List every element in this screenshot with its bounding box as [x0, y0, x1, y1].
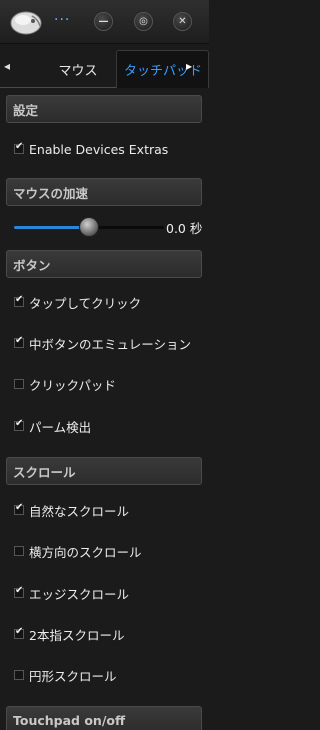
maximize-button[interactable]: ◎ [134, 12, 153, 31]
checkbox-row-natural-scroll[interactable]: 自然なスクロール [14, 500, 129, 520]
checkbox-label: 中ボタンのエミュレーション [29, 336, 192, 352]
checkbox-label: 横方向のスクロール [29, 544, 142, 560]
checkbox-label: 2本指スクロール [29, 627, 125, 643]
checkbox-label: エッジスクロール [29, 586, 130, 602]
checkbox-label: 自然なスクロール [29, 503, 130, 519]
tab-bar: ◂ マウス タッチパッド ▸ [0, 48, 209, 88]
checkbox-row-horizontal-scroll[interactable]: 横方向のスクロール [14, 541, 142, 561]
title-bar: ··· — ◎ ✕ [0, 0, 209, 44]
checkbox[interactable] [14, 418, 24, 431]
tab-scroll-left-icon[interactable]: ◂ [4, 59, 10, 73]
checkbox-label: Enable Devices Extras [29, 141, 169, 157]
minimize-icon: — [98, 16, 109, 27]
close-icon: ✕ [178, 16, 187, 27]
checkbox[interactable] [14, 670, 24, 680]
maximize-icon: ◎ [139, 16, 148, 27]
checkbox[interactable] [14, 546, 24, 556]
section-header-scrolling[interactable]: スクロール [6, 457, 202, 485]
acceleration-value: 0.0 秒 [166, 221, 203, 236]
checkbox[interactable] [14, 626, 24, 639]
tab-scroll-right-icon[interactable]: ▸ [186, 59, 192, 73]
tab-touchpad[interactable]: タッチパッド [116, 50, 209, 88]
mouse-app-icon [8, 6, 48, 38]
checkbox[interactable] [14, 294, 24, 307]
close-button[interactable]: ✕ [173, 12, 192, 31]
window-title: ··· [54, 12, 71, 28]
checkbox[interactable] [14, 141, 24, 154]
acceleration-slider-handle[interactable] [79, 217, 99, 237]
tab-mouse[interactable]: マウス [40, 50, 116, 88]
checkbox-row-edge-scroll[interactable]: エッジスクロール [14, 583, 129, 603]
checkbox-label: タップしてクリック [29, 295, 142, 311]
checkbox-row-enable-devices-extras[interactable]: Enable Devices Extras [14, 139, 168, 159]
minimize-button[interactable]: — [94, 12, 113, 31]
checkbox-row-circular-scroll[interactable]: 円形スクロール [14, 665, 117, 685]
checkbox[interactable] [14, 502, 24, 515]
acceleration-slider-fill [14, 226, 89, 229]
checkbox[interactable] [14, 379, 24, 389]
section-header-touchpad-onoff[interactable]: Touchpad on/off [6, 706, 202, 730]
checkbox-row-clickpad[interactable]: クリックパッド [14, 374, 116, 394]
checkbox[interactable] [14, 335, 24, 348]
checkbox-row-two-finger-scroll[interactable]: 2本指スクロール [14, 624, 124, 644]
checkbox-label: パーム検出 [29, 419, 92, 435]
section-header-settings[interactable]: 設定 [6, 95, 202, 123]
section-header-buttons[interactable]: ボタン [6, 250, 202, 278]
checkbox-label: 円形スクロール [29, 668, 117, 684]
checkbox-row-palm-detection[interactable]: パーム検出 [14, 416, 91, 436]
checkbox[interactable] [14, 585, 24, 598]
checkbox-label: クリックパッド [29, 377, 116, 393]
section-header-mouse-acceleration[interactable]: マウスの加速 [6, 178, 202, 206]
checkbox-row-tap-to-click[interactable]: タップしてクリック [14, 292, 141, 312]
checkbox-row-middle-button-emulation[interactable]: 中ボタンのエミュレーション [14, 333, 191, 353]
